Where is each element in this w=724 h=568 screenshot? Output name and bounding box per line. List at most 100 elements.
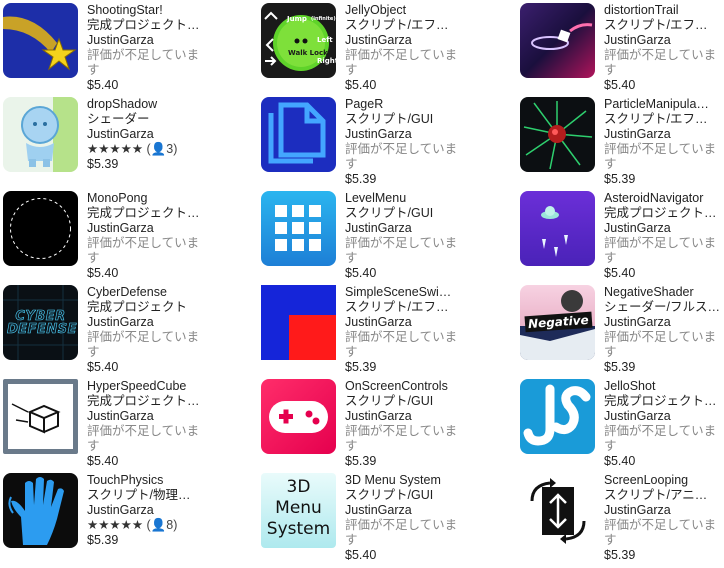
asset-publisher[interactable]: JustinGarza (345, 127, 485, 142)
asset-card[interactable]: PageR スクリプト/GUI JustinGarza 評価が不足しています $… (258, 96, 488, 190)
asset-title[interactable]: 3D Menu System (345, 473, 485, 488)
asset-card[interactable]: distortionTrail スクリプト/エフ… JustinGarza 評価… (517, 2, 724, 96)
asset-title[interactable]: JelloShot (604, 379, 724, 394)
asset-thumbnail[interactable] (520, 191, 595, 266)
asset-publisher[interactable]: JustinGarza (604, 33, 724, 48)
asset-card[interactable]: ShootingStar! 完成プロジェクト… JustinGarza 評価が不… (0, 2, 230, 96)
asset-card[interactable]: MonoPong 完成プロジェクト… JustinGarza 評価が不足していま… (0, 190, 230, 284)
rating-placeholder: 評価が不足しています (604, 518, 717, 547)
asset-category[interactable]: スクリプト/エフ… (604, 18, 724, 33)
asset-publisher[interactable]: JustinGarza (604, 503, 724, 518)
asset-thumbnail[interactable] (520, 473, 595, 548)
asset-thumbnail[interactable] (3, 191, 78, 266)
asset-thumbnail[interactable]: CYBER DEFENSE (3, 285, 78, 360)
asset-card[interactable]: SimpleSceneSwi… スクリプト/エフ… JustinGarza 評価… (258, 284, 488, 378)
asset-category[interactable]: 完成プロジェクト… (87, 206, 227, 221)
asset-info: LevelMenu スクリプト/GUI JustinGarza 評価が不足してい… (345, 191, 485, 281)
asset-title[interactable]: ScreenLooping (604, 473, 724, 488)
asset-info: 3D Menu System スクリプト/GUI JustinGarza 評価が… (345, 473, 485, 563)
asset-publisher[interactable]: JustinGarza (87, 409, 227, 424)
asset-category[interactable]: シェーダー (87, 112, 227, 127)
asset-thumbnail[interactable] (520, 379, 595, 454)
asset-card[interactable]: ParticleManipula… スクリプト/エフ… JustinGarza … (517, 96, 724, 190)
asset-publisher[interactable]: JustinGarza (87, 315, 227, 330)
asset-category[interactable]: スクリプト/エフ… (345, 300, 485, 315)
asset-publisher[interactable]: JustinGarza (87, 503, 227, 518)
asset-publisher[interactable]: JustinGarza (345, 221, 485, 236)
rating-placeholder: 評価が不足しています (345, 330, 458, 359)
asset-category[interactable]: スクリプト/GUI (345, 394, 485, 409)
asset-card[interactable]: HyperSpeedCube 完成プロジェクト… JustinGarza 評価が… (0, 378, 230, 472)
asset-category[interactable]: 完成プロジェクト… (87, 394, 227, 409)
asset-thumbnail[interactable] (261, 97, 336, 172)
asset-card[interactable]: 3D Menu System 3D Menu System スクリプト/GUI … (258, 472, 488, 566)
asset-card[interactable]: AsteroidNavigator 完成プロジェクト… JustinGarza … (517, 190, 724, 284)
asset-category[interactable]: シェーダー/フルス… (604, 300, 724, 315)
asset-publisher[interactable]: JustinGarza (604, 315, 724, 330)
asset-thumbnail[interactable] (3, 473, 78, 548)
asset-card[interactable]: OnScreenControls スクリプト/GUI JustinGarza 評… (258, 378, 488, 472)
asset-price: $5.40 (604, 266, 636, 280)
asset-publisher[interactable]: JustinGarza (87, 33, 227, 48)
asset-thumbnail[interactable] (3, 97, 78, 172)
asset-title[interactable]: AsteroidNavigator (604, 191, 724, 206)
asset-card[interactable]: CYBER DEFENSE CyberDefense 完成プロジェクト Just… (0, 284, 230, 378)
asset-title[interactable]: dropShadow (87, 97, 227, 112)
asset-card[interactable]: JelloShot 完成プロジェクト… JustinGarza 評価が不足してい… (517, 378, 724, 472)
asset-category[interactable]: 完成プロジェクト… (87, 18, 227, 33)
asset-publisher[interactable]: JustinGarza (604, 221, 724, 236)
asset-thumbnail[interactable] (520, 3, 595, 78)
asset-title[interactable]: PageR (345, 97, 485, 112)
asset-card[interactable]: Jump (infinite) Left Right Walk Lock Jel… (258, 2, 488, 96)
asset-info: ParticleManipula… スクリプト/エフ… JustinGarza … (604, 97, 724, 187)
rating-placeholder: 評価が不足しています (87, 424, 200, 453)
asset-card[interactable]: LevelMenu スクリプト/GUI JustinGarza 評価が不足してい… (258, 190, 488, 284)
asset-title[interactable]: JellyObject (345, 3, 485, 18)
asset-publisher[interactable]: JustinGarza (345, 33, 485, 48)
asset-publisher[interactable]: JustinGarza (345, 315, 485, 330)
asset-card[interactable]: ScreenLooping スクリプト/アニ… JustinGarza 評価が不… (517, 472, 724, 566)
asset-title[interactable]: SimpleSceneSwi… (345, 285, 485, 300)
asset-thumbnail[interactable]: Jump (infinite) Left Right Walk Lock (261, 3, 336, 78)
asset-publisher[interactable]: JustinGarza (604, 127, 724, 142)
asset-thumbnail[interactable]: Negative (520, 285, 595, 360)
asset-thumbnail[interactable] (261, 379, 336, 454)
asset-title[interactable]: MonoPong (87, 191, 227, 206)
asset-thumbnail[interactable]: 3D Menu System (261, 473, 336, 548)
asset-publisher[interactable]: JustinGarza (604, 409, 724, 424)
asset-category[interactable]: スクリプト/エフ… (604, 112, 724, 127)
rating-stars: ★★★★★ (👤3) (87, 142, 227, 157)
asset-title[interactable]: TouchPhysics (87, 473, 227, 488)
asset-category[interactable]: スクリプト/エフ… (345, 18, 485, 33)
asset-thumbnail[interactable] (3, 3, 78, 78)
asset-category[interactable]: スクリプト/アニ… (604, 488, 724, 503)
asset-thumbnail[interactable] (3, 379, 78, 454)
asset-publisher[interactable]: JustinGarza (87, 221, 227, 236)
asset-title[interactable]: HyperSpeedCube (87, 379, 227, 394)
asset-title[interactable]: OnScreenControls (345, 379, 485, 394)
asset-category[interactable]: スクリプト/物理… (87, 488, 227, 503)
asset-title[interactable]: ShootingStar! (87, 3, 227, 18)
asset-category[interactable]: 完成プロジェクト… (604, 206, 724, 221)
asset-category[interactable]: スクリプト/GUI (345, 112, 485, 127)
asset-thumbnail[interactable] (261, 285, 336, 360)
asset-title[interactable]: LevelMenu (345, 191, 485, 206)
asset-price: $5.39 (345, 454, 377, 468)
asset-publisher[interactable]: JustinGarza (345, 503, 485, 518)
asset-title[interactable]: distortionTrail (604, 3, 724, 18)
asset-publisher[interactable]: JustinGarza (345, 409, 485, 424)
asset-title[interactable]: ParticleManipula… (604, 97, 724, 112)
asset-category[interactable]: スクリプト/GUI (345, 206, 485, 221)
asset-card[interactable]: Negative NegativeShader シェーダー/フルス… Justi… (517, 284, 724, 378)
asset-title[interactable]: CyberDefense (87, 285, 227, 300)
asset-category[interactable]: 完成プロジェクト (87, 300, 227, 315)
asset-category[interactable]: 完成プロジェクト… (604, 394, 724, 409)
asset-price: $5.39 (87, 157, 119, 171)
asset-category[interactable]: スクリプト/GUI (345, 488, 485, 503)
asset-thumbnail[interactable] (520, 97, 595, 172)
asset-publisher[interactable]: JustinGarza (87, 127, 227, 142)
asset-title[interactable]: NegativeShader (604, 285, 724, 300)
asset-card[interactable]: TouchPhysics スクリプト/物理… JustinGarza ★★★★★… (0, 472, 230, 566)
asset-thumbnail[interactable] (261, 191, 336, 266)
asset-card[interactable]: dropShadow シェーダー JustinGarza ★★★★★ (👤3) … (0, 96, 230, 190)
